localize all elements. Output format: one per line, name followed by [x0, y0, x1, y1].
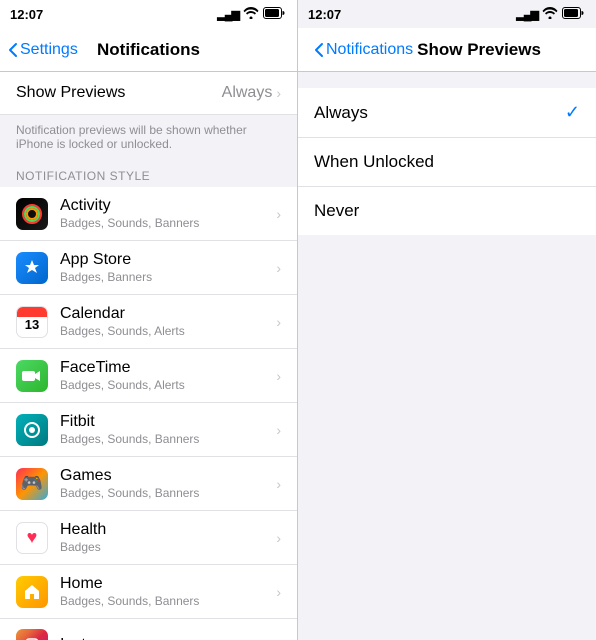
app-row-activity[interactable]: Activity Badges, Sounds, Banners › — [0, 187, 297, 241]
calendar-subtitle: Badges, Sounds, Alerts — [60, 324, 268, 338]
option-always-label: Always — [314, 103, 368, 123]
facetime-chevron: › — [276, 368, 281, 384]
show-previews-row[interactable]: Show Previews Always › — [0, 72, 297, 115]
right-panel: 12:07 ▂▄▆ — [298, 0, 596, 640]
facetime-icon — [16, 360, 48, 392]
home-subtitle: Badges, Sounds, Banners — [60, 594, 268, 608]
health-heart-icon: ♥ — [27, 527, 38, 548]
signal-icon-right: ▂▄▆ — [516, 8, 538, 21]
previews-description: Notification previews will be shown whet… — [0, 115, 297, 163]
health-icon: ♥ — [16, 522, 48, 554]
always-checkmark: ✓ — [565, 102, 580, 123]
home-info: Home Badges, Sounds, Banners — [60, 575, 268, 608]
facetime-name: FaceTime — [60, 359, 268, 377]
activity-icon — [16, 198, 48, 230]
notification-style-header: NOTIFICATION STYLE — [0, 163, 297, 187]
nav-bar-left: Settings Notifications — [0, 28, 297, 72]
instagram-icon — [16, 629, 48, 640]
health-subtitle: Badges — [60, 540, 268, 554]
option-always[interactable]: Always ✓ — [298, 88, 596, 138]
health-chevron: › — [276, 530, 281, 546]
option-unlocked-label: When Unlocked — [314, 152, 434, 172]
facetime-info: FaceTime Badges, Sounds, Alerts — [60, 359, 268, 392]
show-previews-label: Show Previews — [16, 84, 125, 102]
games-chevron: › — [276, 476, 281, 492]
wifi-icon — [243, 7, 259, 22]
app-row-appstore[interactable]: App Store Badges, Banners › — [0, 241, 297, 295]
time-right: 12:07 — [308, 7, 341, 22]
health-name: Health — [60, 521, 268, 539]
app-row-home[interactable]: Home Badges, Sounds, Banners › — [0, 565, 297, 619]
activity-chevron: › — [276, 206, 281, 222]
home-icon — [16, 576, 48, 608]
instagram-name: Instagram — [60, 636, 268, 640]
appstore-info: App Store Badges, Banners — [60, 251, 268, 284]
games-icon: 🎮 — [16, 468, 48, 500]
games-info: Games Badges, Sounds, Banners — [60, 467, 268, 500]
activity-name: Activity — [60, 197, 268, 215]
app-row-games[interactable]: 🎮 Games Badges, Sounds, Banners › — [0, 457, 297, 511]
left-content: Show Previews Always › Notification prev… — [0, 72, 297, 640]
calendar-name: Calendar — [60, 305, 268, 323]
show-previews-current: Always — [222, 84, 273, 102]
status-bar-right: 12:07 ▂▄▆ — [298, 0, 596, 28]
option-never-label: Never — [314, 201, 359, 221]
activity-info: Activity Badges, Sounds, Banners — [60, 197, 268, 230]
activity-subtitle: Badges, Sounds, Banners — [60, 216, 268, 230]
games-subtitle: Badges, Sounds, Banners — [60, 486, 268, 500]
appstore-icon — [16, 252, 48, 284]
status-icons-left: ▂▄▆ — [217, 7, 285, 22]
app-row-facetime[interactable]: FaceTime Badges, Sounds, Alerts › — [0, 349, 297, 403]
home-chevron: › — [276, 584, 281, 600]
home-name: Home — [60, 575, 268, 593]
battery-icon — [263, 7, 285, 22]
time-left: 12:07 — [10, 7, 43, 22]
nav-title-left: Notifications — [97, 40, 200, 60]
instagram-info: Instagram — [60, 636, 268, 640]
right-content: Always ✓ When Unlocked Never — [298, 72, 596, 640]
status-bar-left: 12:07 ▂▄▆ — [0, 0, 297, 28]
show-previews-chevron: › — [276, 85, 281, 101]
left-panel: 12:07 ▂▄▆ — [0, 0, 298, 640]
calendar-info: Calendar Badges, Sounds, Alerts — [60, 305, 268, 338]
facetime-subtitle: Badges, Sounds, Alerts — [60, 378, 268, 392]
back-label-right: Notifications — [326, 41, 413, 59]
app-row-health[interactable]: ♥ Health Badges › — [0, 511, 297, 565]
calendar-chevron: › — [276, 314, 281, 330]
fitbit-subtitle: Badges, Sounds, Banners — [60, 432, 268, 446]
games-name: Games — [60, 467, 268, 485]
back-button-right[interactable]: Notifications — [314, 41, 413, 59]
health-info: Health Badges — [60, 521, 268, 554]
signal-icon: ▂▄▆ — [217, 8, 239, 21]
app-row-fitbit[interactable]: Fitbit Badges, Sounds, Banners › — [0, 403, 297, 457]
preview-options-list: Always ✓ When Unlocked Never — [298, 88, 596, 235]
appstore-chevron: › — [276, 260, 281, 276]
fitbit-info: Fitbit Badges, Sounds, Banners — [60, 413, 268, 446]
back-label-left: Settings — [20, 41, 78, 59]
calendar-icon: 13 — [16, 306, 48, 338]
nav-bar-right: Notifications Show Previews — [298, 28, 596, 72]
back-button-left[interactable]: Settings — [8, 41, 78, 59]
wifi-icon-right — [542, 7, 558, 22]
appstore-subtitle: Badges, Banners — [60, 270, 268, 284]
appstore-name: App Store — [60, 251, 268, 269]
fitbit-icon — [16, 414, 48, 446]
fitbit-chevron: › — [276, 422, 281, 438]
option-never[interactable]: Never — [298, 187, 596, 235]
app-row-instagram[interactable]: Instagram › — [0, 619, 297, 640]
status-icons-right: ▂▄▆ — [516, 7, 584, 22]
fitbit-name: Fitbit — [60, 413, 268, 431]
option-when-unlocked[interactable]: When Unlocked — [298, 138, 596, 187]
battery-icon-right — [562, 7, 584, 22]
app-notification-list: Activity Badges, Sounds, Banners › App S… — [0, 187, 297, 640]
nav-title-right: Show Previews — [417, 40, 541, 60]
app-row-calendar[interactable]: 13 Calendar Badges, Sounds, Alerts › — [0, 295, 297, 349]
show-previews-value: Always › — [222, 84, 281, 102]
